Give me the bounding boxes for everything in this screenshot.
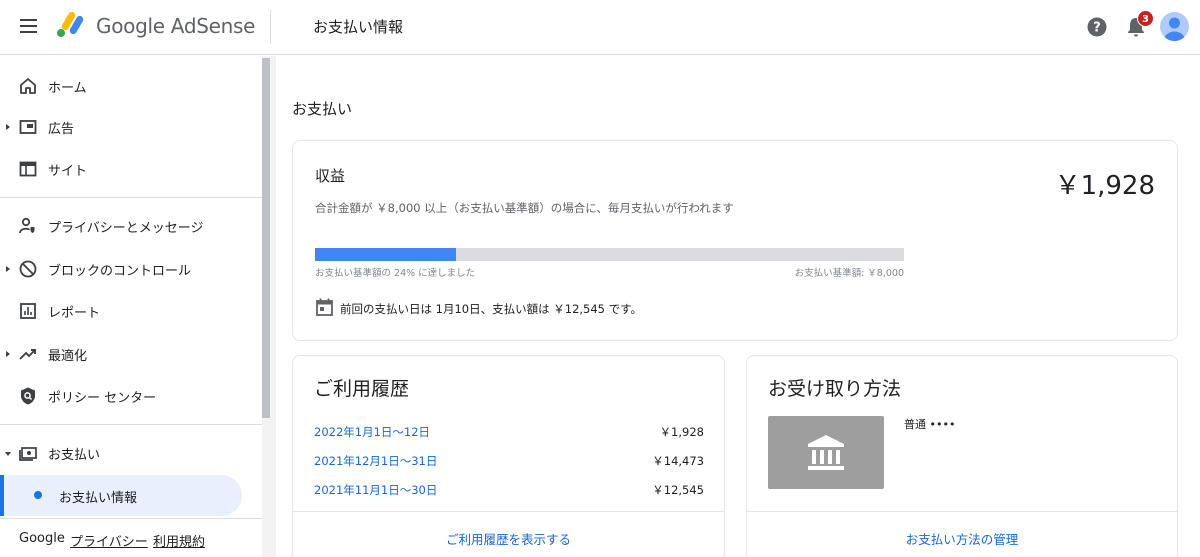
calendar-icon: [316, 298, 333, 316]
earnings-description: 合計金額が ￥8,000 以上（お支払い基準額）の場合に、毎月支払いが行われます: [315, 201, 734, 215]
transaction-period-link[interactable]: 2021年11月1日～30日: [314, 482, 437, 498]
expand-caret-icon[interactable]: [6, 124, 10, 130]
main-menu-icon[interactable]: [20, 19, 37, 33]
sidebar-subitem-label: お支払い情報: [59, 491, 138, 506]
help-icon[interactable]: ?: [1087, 17, 1107, 37]
svg-text:?: ?: [1093, 21, 1101, 36]
sidebar-item-label: ホーム: [48, 81, 87, 96]
privacy-messaging-icon: [19, 217, 35, 234]
sidebar-item-sites[interactable]: サイト: [0, 149, 262, 189]
sidebar-item-optimization[interactable]: 最適化: [0, 334, 262, 374]
payments-icon: [19, 447, 37, 461]
payment-threshold-progress: [315, 248, 904, 261]
optimization-icon: [19, 349, 36, 360]
transactions-title: ご利用履歴: [314, 378, 410, 400]
transaction-period-link[interactable]: 2021年12月1日～31日: [314, 453, 437, 469]
top-app-bar: Google AdSense お支払い情報 ? 3: [0, 0, 1200, 55]
bank-icon: [808, 435, 844, 470]
payment-method-card: お受け取り方法 普通 •••• お支払い方法の管理: [746, 355, 1178, 557]
progress-label: お支払い基準額の 24% に達しました: [315, 268, 476, 279]
transaction-row: 2021年12月1日～31日 ￥14,473: [314, 453, 704, 473]
active-dot-icon: [34, 491, 42, 499]
transaction-amount: ￥14,473: [652, 454, 704, 468]
ads-icon: [19, 120, 37, 134]
transaction-row: 2022年1月1日～12日 ￥1,928: [314, 424, 704, 444]
notification-count-badge: 3: [1137, 10, 1154, 27]
block-icon: [19, 260, 37, 278]
sidebar-item-privacy-messaging[interactable]: プライバシーとメッセージ: [0, 206, 262, 246]
sidebar-item-label: ポリシー センター: [48, 391, 157, 406]
sidebar-item-label: お支払い: [48, 448, 101, 463]
transaction-amount: ￥1,928: [659, 425, 704, 439]
brand-name: Google AdSense: [96, 14, 256, 38]
sidebar-scrollbar-thumb[interactable]: [262, 58, 270, 418]
footer-terms-link[interactable]: 利用規約: [153, 531, 205, 550]
sidebar-divider: [0, 197, 262, 198]
home-icon: [20, 78, 36, 94]
earnings-card: 収益 合計金額が ￥8,000 以上（お支払い基準額）の場合に、毎月支払いが行わ…: [292, 140, 1178, 341]
manage-payment-methods-link[interactable]: お支払い方法の管理: [747, 529, 1177, 548]
section-title: お支払い: [292, 100, 353, 118]
sidebar-item-payment-info[interactable]: お支払い情報: [0, 475, 242, 516]
bank-account-label: 普通 ••••: [904, 418, 956, 431]
sidebar-item-ads[interactable]: 広告: [0, 107, 262, 147]
sidebar-item-blocking-controls[interactable]: ブロックのコントロール: [0, 249, 262, 289]
sidebar-item-home[interactable]: ホーム: [0, 66, 262, 106]
payment-method-title: お受け取り方法: [768, 378, 902, 400]
sidebar-item-label: プライバシーとメッセージ: [48, 221, 204, 236]
expand-caret-icon[interactable]: [6, 266, 10, 272]
sidebar-item-policy-center[interactable]: ポリシー センター: [0, 376, 262, 416]
footer-google-label: Google: [19, 531, 65, 546]
footer-privacy-link[interactable]: プライバシー: [70, 531, 148, 550]
earnings-amount: ￥1,928: [1054, 171, 1155, 201]
card-divider: [747, 511, 1177, 512]
sidebar-item-payments[interactable]: お支払い: [0, 433, 262, 473]
transaction-amount: ￥12,545: [652, 483, 704, 497]
earnings-title: 収益: [315, 167, 346, 185]
collapse-caret-icon[interactable]: [5, 452, 11, 456]
sidebar-item-label: レポート: [48, 306, 101, 321]
view-transactions-link[interactable]: ご利用履歴を表示する: [293, 529, 724, 548]
main-scrollbar-track: [1194, 56, 1200, 557]
transaction-period-link[interactable]: 2022年1月1日～12日: [314, 424, 430, 440]
sidebar-item-reports[interactable]: レポート: [0, 291, 262, 331]
bank-account-thumbnail: [768, 416, 884, 489]
account-avatar[interactable]: [1160, 12, 1189, 41]
policy-center-icon: [21, 387, 35, 405]
sidebar-item-label: ブロックのコントロール: [48, 264, 192, 279]
sites-icon: [19, 161, 37, 177]
page-title: お支払い情報: [313, 18, 404, 36]
avatar-person-icon: [1164, 17, 1185, 41]
sidebar-divider: [0, 424, 262, 425]
adsense-logo[interactable]: [56, 12, 88, 38]
last-payment-text: 前回の支払い日は 1月10日、支払い額は ￥12,545 です。: [340, 302, 643, 316]
header-divider: [270, 10, 271, 44]
sidebar-nav: ホーム 広告 サイト プライバシーとメッセージ ブロックのコントロール レポート…: [0, 56, 262, 557]
active-indicator: [0, 475, 4, 516]
reports-icon: [20, 303, 36, 319]
sidebar-item-label: サイト: [48, 164, 88, 179]
sidebar-footer: Google プライバシー 利用規約: [0, 518, 262, 557]
threshold-label: お支払い基準額: ￥8,000: [794, 268, 904, 279]
expand-caret-icon[interactable]: [6, 351, 10, 357]
progress-fill: [315, 248, 457, 261]
transactions-card: ご利用履歴 2022年1月1日～12日 ￥1,928 2021年12月1日～31…: [292, 355, 725, 557]
card-divider: [293, 511, 724, 512]
sidebar-item-label: 広告: [48, 122, 75, 137]
sidebar-item-label: 最適化: [48, 349, 88, 364]
transaction-row: 2021年11月1日～30日 ￥12,545: [314, 482, 704, 502]
